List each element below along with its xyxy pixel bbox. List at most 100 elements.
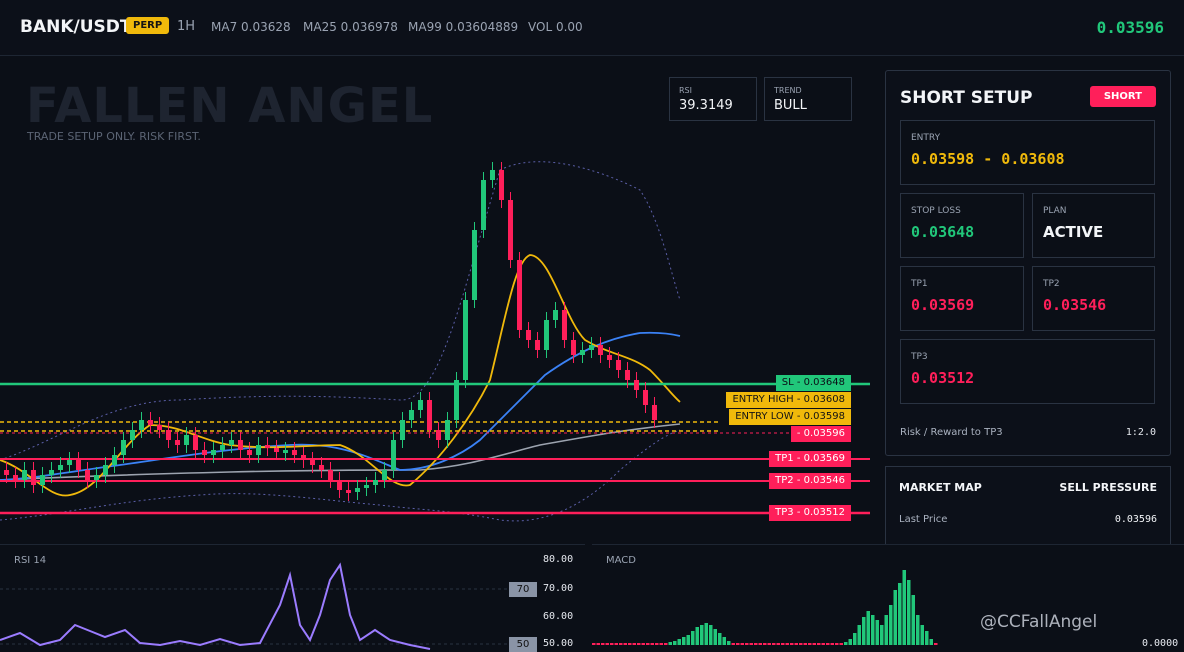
macd-bar bbox=[866, 611, 870, 645]
candle-body bbox=[76, 460, 81, 470]
timeframe-label[interactable]: 1H bbox=[177, 19, 195, 34]
macd-bar bbox=[839, 643, 843, 645]
tp2-label: TP2 bbox=[1043, 279, 1060, 289]
market-map-panel: MARKET MAP SELL PRESSURE Last Price 0.03… bbox=[885, 466, 1171, 545]
candle-body bbox=[166, 430, 171, 440]
macd-bar bbox=[857, 625, 861, 645]
macd-bar bbox=[664, 643, 668, 645]
macd-bar bbox=[601, 643, 605, 645]
candle-body bbox=[400, 420, 405, 440]
short-setup-panel: SHORT SETUP SHORT ENTRY 0.03598 - 0.0360… bbox=[885, 70, 1171, 456]
candle-body bbox=[517, 260, 522, 330]
macd-bar bbox=[848, 639, 852, 645]
plan-cell: PLAN ACTIVE bbox=[1032, 193, 1155, 258]
macd-bar bbox=[709, 625, 713, 645]
macd-bar bbox=[925, 631, 929, 645]
macd-histogram bbox=[592, 570, 938, 645]
macd-bar bbox=[916, 615, 920, 645]
ma99-readout: MA99 0.03604889 bbox=[408, 20, 519, 34]
trend-box-label: TREND bbox=[774, 86, 802, 95]
macd-bar bbox=[745, 643, 749, 645]
macd-bar bbox=[781, 643, 785, 645]
ma25-line bbox=[0, 331, 681, 481]
macd-bar bbox=[898, 583, 902, 645]
candle-body bbox=[229, 440, 234, 445]
macd-bar bbox=[686, 635, 690, 645]
risk-reward-label: Risk / Reward to TP3 bbox=[900, 427, 1003, 438]
tp1-cell: TP1 0.03569 bbox=[900, 266, 1024, 331]
candle-body bbox=[598, 345, 603, 355]
candle-body bbox=[121, 440, 126, 455]
macd-bar bbox=[727, 641, 731, 645]
candle-body bbox=[193, 435, 198, 450]
tp2-tag: TP2 - 0.03546 bbox=[769, 473, 851, 489]
ma7-readout: MA7 0.03628 bbox=[211, 20, 291, 34]
macd-bar bbox=[754, 643, 758, 645]
macd-bar bbox=[659, 643, 663, 645]
candle-body bbox=[535, 340, 540, 350]
candle-body bbox=[175, 440, 180, 445]
candle-body bbox=[382, 470, 387, 480]
macd-bar bbox=[677, 639, 681, 645]
entry-label: ENTRY bbox=[911, 133, 941, 143]
macd-bar bbox=[880, 625, 884, 645]
short-badge[interactable]: SHORT bbox=[1089, 86, 1156, 107]
candle-body bbox=[553, 310, 558, 320]
candle-body bbox=[634, 380, 639, 390]
candle-body bbox=[184, 435, 189, 445]
candle-body bbox=[589, 345, 594, 350]
risk-reward-value: 1:2.0 bbox=[1125, 427, 1156, 438]
macd-bar bbox=[893, 590, 897, 645]
candle-body bbox=[13, 475, 18, 480]
candle-body bbox=[373, 480, 378, 485]
candle-body bbox=[256, 445, 261, 455]
macd-bar bbox=[862, 617, 866, 645]
candle-body bbox=[445, 420, 450, 440]
candle-body bbox=[202, 450, 207, 455]
candle-body bbox=[211, 450, 216, 455]
candle-body bbox=[454, 380, 459, 420]
candle-body bbox=[319, 465, 324, 470]
candle-body bbox=[247, 450, 252, 455]
macd-pane[interactable]: MACD 0.0000 bbox=[592, 544, 1184, 650]
rsi-box: RSI 39.3149 bbox=[669, 77, 757, 121]
macd-bar bbox=[704, 623, 708, 645]
candle-body bbox=[58, 465, 63, 470]
ma25-readout: MA25 0.036978 bbox=[303, 20, 398, 34]
volume-readout: VOL 0.00 bbox=[528, 20, 583, 34]
candle-body bbox=[130, 430, 135, 440]
price-chart[interactable] bbox=[0, 56, 870, 544]
tp3-label: TP3 bbox=[911, 352, 928, 362]
candle-body bbox=[283, 450, 288, 453]
macd-bar bbox=[790, 643, 794, 645]
candle-body bbox=[580, 350, 585, 355]
candle-body bbox=[220, 445, 225, 450]
candle-body bbox=[427, 400, 432, 430]
macd-bar bbox=[803, 643, 807, 645]
rsi-tick-70: 70.00 bbox=[543, 583, 574, 594]
candle-body bbox=[328, 470, 333, 480]
macd-bar bbox=[623, 643, 627, 645]
macd-bar bbox=[776, 643, 780, 645]
sl-tag: SL - 0.03648 bbox=[775, 375, 851, 391]
macd-bar bbox=[619, 643, 623, 645]
candle-body bbox=[409, 410, 414, 420]
rsi-pane[interactable]: RSI 14 80.00 70.00 60.00 50.00 70 50 bbox=[0, 544, 585, 652]
macd-bar bbox=[794, 643, 798, 645]
candle-body bbox=[157, 425, 162, 430]
candle-body bbox=[139, 420, 144, 430]
rsi-level-50-tag: 50 bbox=[509, 637, 537, 652]
trend-box-value: BULL bbox=[774, 98, 807, 113]
macd-bar bbox=[673, 641, 677, 645]
tp2-value: 0.03546 bbox=[1043, 296, 1107, 314]
candle-body bbox=[355, 488, 360, 492]
candle-body bbox=[463, 300, 468, 380]
macd-bar bbox=[929, 639, 933, 645]
candle-body bbox=[310, 460, 315, 465]
macd-bar bbox=[799, 643, 803, 645]
candle-body bbox=[22, 470, 27, 480]
macd-bar bbox=[911, 595, 915, 645]
tp1-label: TP1 bbox=[911, 279, 928, 289]
candle-body bbox=[346, 490, 351, 493]
macd-bar bbox=[740, 643, 744, 645]
